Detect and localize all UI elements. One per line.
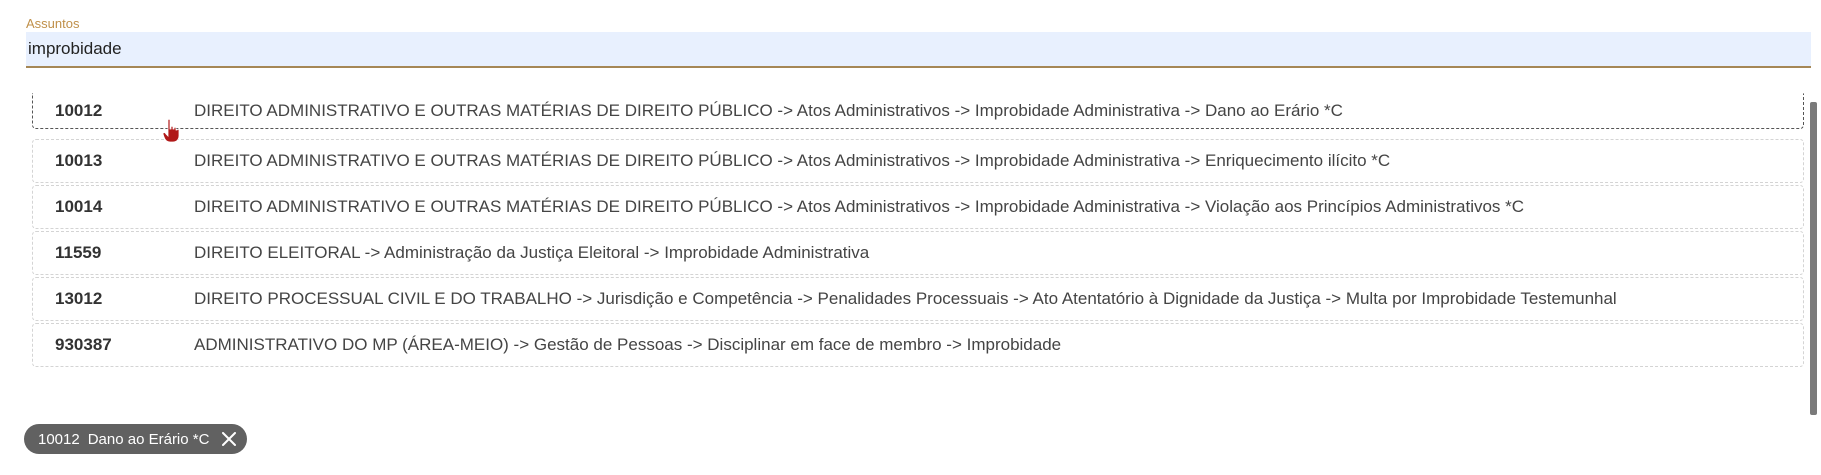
result-code: 11559 — [55, 243, 102, 262]
result-item-10013[interactable]: 10013 DIREITO ADMINISTRATIVO E OUTRAS MA… — [32, 139, 1804, 183]
hand-pointer-icon — [163, 119, 179, 143]
assuntos-search-input[interactable] — [26, 32, 1811, 66]
assuntos-input-wrap[interactable] — [26, 32, 1811, 68]
result-code: 10014 — [55, 197, 103, 216]
close-icon[interactable] — [221, 431, 237, 447]
result-item-11559[interactable]: 11559 DIREITO ELEITORAL -> Administração… — [32, 231, 1804, 275]
assuntos-label: Assuntos — [26, 16, 80, 31]
selected-subject-chip: 10012 Dano ao Erário *C — [24, 424, 248, 454]
chip-code: 10012 — [38, 430, 80, 448]
result-code: 10013 — [55, 151, 103, 170]
result-item-13012[interactable]: 13012 DIREITO PROCESSUAL CIVIL E DO TRAB… — [32, 277, 1804, 321]
assuntos-field: Assuntos — [26, 16, 1811, 68]
result-item-930387[interactable]: 930387 ADMINISTRATIVO DO MP (ÁREA-MEIO) … — [32, 323, 1804, 367]
result-code: 10012 — [55, 101, 103, 120]
result-text: DIREITO ELEITORAL -> Administração da Ju… — [194, 243, 870, 262]
results-list: 10012 DIREITO ADMINISTRATIVO E OUTRAS MA… — [26, 93, 1809, 409]
result-item-10014[interactable]: 10014 DIREITO ADMINISTRATIVO E OUTRAS MA… — [32, 185, 1804, 229]
result-text: ADMINISTRATIVO DO MP (ÁREA-MEIO) -> Gest… — [194, 335, 1062, 354]
chip-text: Dano ao Erário *C — [87, 430, 210, 448]
result-item-10012[interactable]: 10012 DIREITO ADMINISTRATIVO E OUTRAS MA… — [32, 93, 1804, 129]
result-text: DIREITO PROCESSUAL CIVIL E DO TRABALHO -… — [194, 289, 1617, 308]
result-code: 13012 — [55, 289, 103, 308]
result-code: 930387 — [55, 335, 112, 354]
result-text: DIREITO ADMINISTRATIVO E OUTRAS MATÉRIAS… — [194, 101, 1343, 120]
results-scrollbar[interactable] — [1810, 102, 1817, 415]
result-text: DIREITO ADMINISTRATIVO E OUTRAS MATÉRIAS… — [194, 197, 1525, 216]
result-text: DIREITO ADMINISTRATIVO E OUTRAS MATÉRIAS… — [194, 151, 1391, 170]
